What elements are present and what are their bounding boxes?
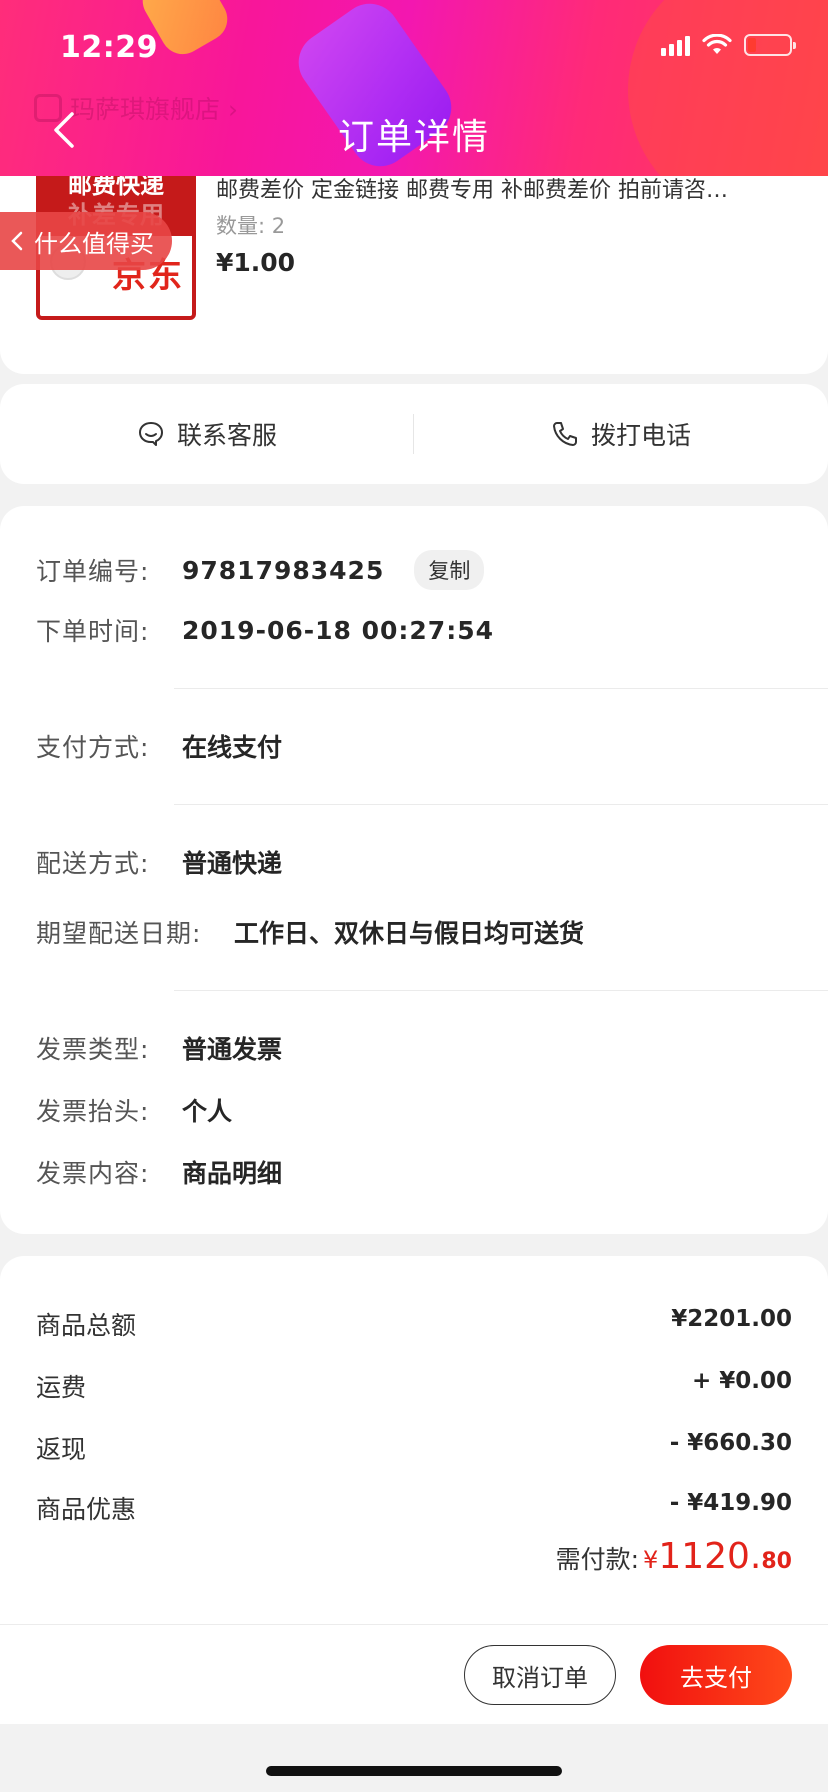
invoice-title-value: 个人 [182,1097,233,1126]
delivery-method-row: 配送方式: 普通快递 [36,844,282,880]
contact-service-button[interactable]: 联系客服 [0,384,414,484]
order-time-row: 下单时间: 2019-06-18 00:27:54 [36,612,494,648]
delivery-method-label: 配送方式: [36,849,150,878]
smzdm-back-tag[interactable]: 什么值得买 [0,212,172,270]
divider [174,688,828,689]
expected-date-label: 期望配送日期: [36,919,202,948]
order-info-card: 订单编号: 97817983425 复制 下单时间: 2019-06-18 00… [0,506,828,1234]
invoice-type-label: 发票类型: [36,1035,150,1064]
amount-label: 商品总额 [36,1311,137,1340]
expected-date-value: 工作日、双休日与假日均可送货 [234,919,585,948]
invoice-type-value: 普通发票 [182,1035,283,1064]
amount-row: 返现 - ¥660.30 [36,1430,792,1466]
payment-method-label: 支付方式: [36,733,150,762]
order-number-row: 订单编号: 97817983425 复制 [36,550,485,590]
divider [174,990,828,991]
smzdm-label: 什么值得买 [34,229,154,258]
chevron-left-icon [11,231,23,251]
order-time-value: 2019-06-18 00:27:54 [182,615,494,645]
contact-service-label: 联系客服 [176,421,277,450]
pay-button[interactable]: 去支付 [640,1645,792,1705]
wifi-icon [702,34,732,54]
home-indicator[interactable] [266,1766,562,1776]
need-pay-decimal: 80 [761,1549,792,1574]
order-time-label: 下单时间: [36,617,150,646]
amount-row: 运费 + ¥0.00 [36,1368,792,1404]
order-number-value: 97817983425 [182,555,385,585]
amount-value: ¥2201.00 [671,1306,792,1332]
payment-method-value: 在线支付 [182,733,283,762]
need-pay-integer: 1120. [658,1536,762,1577]
divider [174,804,828,805]
battery-icon [744,34,796,56]
expected-date-row: 期望配送日期: 工作日、双休日与假日均可送货 [36,914,584,950]
invoice-content-row: 发票内容: 商品明细 [36,1154,282,1190]
phone-icon [552,422,577,446]
cancel-order-button[interactable]: 取消订单 [464,1645,616,1705]
call-phone-button[interactable]: 拨打电话 [414,384,828,484]
need-pay-total: 需付款: ¥ 1120. 80 [556,1536,792,1577]
payment-method-row: 支付方式: 在线支付 [36,728,282,764]
invoice-type-row: 发票类型: 普通发票 [36,1030,282,1066]
chat-icon [138,422,163,446]
amount-label: 返现 [36,1435,87,1464]
delivery-method-value: 普通快递 [182,849,283,878]
page-title: 订单详情 [337,117,490,158]
amount-row: 商品优惠 - ¥419.90 [36,1490,792,1526]
amount-row: 商品总额 ¥2201.00 [36,1306,792,1342]
need-pay-currency: ¥ [643,1546,659,1574]
status-time: 12:29 [60,30,158,65]
product-price: ¥1.00 [216,248,296,277]
amount-label: 商品优惠 [36,1495,137,1524]
product-quantity: 数量: 2 [216,214,286,238]
copy-button[interactable]: 复制 [414,550,485,590]
order-number-label: 订单编号: [36,557,150,586]
amount-label: 运费 [36,1373,87,1402]
invoice-title-label: 发票抬头: [36,1097,150,1126]
product-title: 邮费差价 定金链接 邮费专用 补邮费差价 拍前请咨… [216,178,728,203]
invoice-content-value: 商品明细 [182,1159,283,1188]
header-bar: 玛萨琪旗舰店 › 12:29 订单详情 [0,0,828,176]
signal-icon [661,34,690,56]
call-phone-label: 拨打电话 [590,421,691,450]
contact-card: 联系客服 拨打电话 [0,384,828,484]
bottom-action-bar: 取消订单 去支付 [0,1624,828,1724]
amount-value: + ¥0.00 [691,1368,792,1394]
need-pay-label: 需付款: [555,1545,640,1574]
amount-value: - ¥660.30 [669,1430,792,1456]
status-icons [661,34,796,56]
invoice-content-label: 发票内容: [36,1159,150,1188]
invoice-title-row: 发票抬头: 个人 [36,1092,232,1128]
amount-value: - ¥419.90 [669,1490,792,1516]
